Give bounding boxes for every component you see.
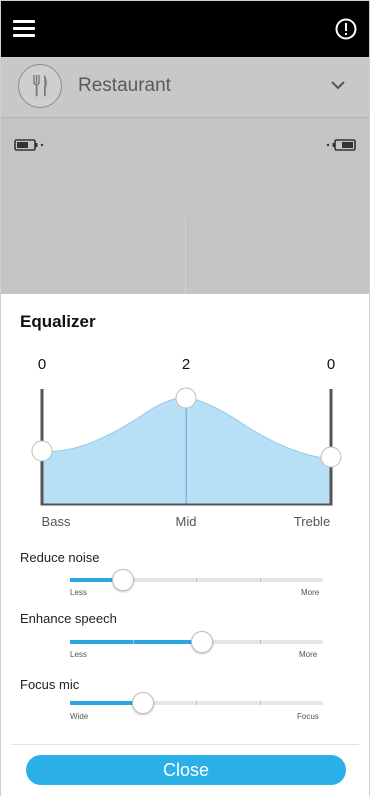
- mid-handle[interactable]: [175, 387, 197, 409]
- focus-mic-min: Wide: [70, 712, 89, 721]
- eq-baseline: [40, 503, 333, 506]
- program-name: Restaurant: [78, 75, 171, 96]
- slider-tick: [133, 640, 134, 644]
- hamburger-menu-icon[interactable]: [13, 20, 37, 38]
- slider-tick: [260, 701, 261, 705]
- mid-track: [185, 398, 187, 505]
- top-bar: [1, 1, 369, 57]
- treble-handle[interactable]: [320, 446, 342, 468]
- equalizer-graph: [31, 387, 342, 506]
- program-selector[interactable]: Restaurant: [1, 57, 369, 118]
- close-button[interactable]: Close: [26, 755, 346, 785]
- enhance-speech-slider[interactable]: [70, 631, 323, 653]
- focus-mic-thumb[interactable]: [132, 692, 154, 714]
- mid-label: Mid: [175, 514, 197, 529]
- slider-tick: [196, 578, 197, 582]
- slider-tick: [196, 701, 197, 705]
- device-overview: [1, 118, 369, 294]
- fork-knife-icon: [18, 64, 62, 108]
- focus-mic-slider[interactable]: [70, 692, 323, 714]
- slider-tick: [260, 640, 261, 644]
- focus-mic-max: Focus: [297, 712, 319, 721]
- exclamation-circle-icon[interactable]: [335, 18, 357, 40]
- slider-fill: [70, 640, 202, 644]
- enhance-speech-min: Less: [70, 650, 87, 659]
- enhance-speech-label: Enhance speech: [20, 611, 117, 626]
- settings-sheet: Equalizer 0 2 0 Bass Mid Treble Reduce n…: [1, 294, 369, 797]
- reduce-noise-min: Less: [70, 588, 87, 597]
- chevron-down-icon[interactable]: [331, 81, 345, 90]
- left-battery-icon: [14, 139, 44, 151]
- bass-handle[interactable]: [31, 440, 53, 462]
- reduce-noise-label: Reduce noise: [20, 550, 100, 565]
- focus-mic-label: Focus mic: [20, 677, 80, 692]
- reduce-noise-slider[interactable]: [70, 569, 323, 591]
- sheet-divider: [11, 744, 359, 745]
- slider-tick: [260, 578, 261, 582]
- bass-label: Bass: [41, 514, 71, 529]
- treble-label: Treble: [293, 514, 331, 529]
- reduce-noise-thumb[interactable]: [112, 569, 134, 591]
- enhance-speech-thumb[interactable]: [191, 631, 213, 653]
- center-divider: [185, 218, 186, 294]
- right-battery-icon: [326, 139, 356, 151]
- reduce-noise-max: More: [301, 588, 320, 597]
- enhance-speech-max: More: [299, 650, 318, 659]
